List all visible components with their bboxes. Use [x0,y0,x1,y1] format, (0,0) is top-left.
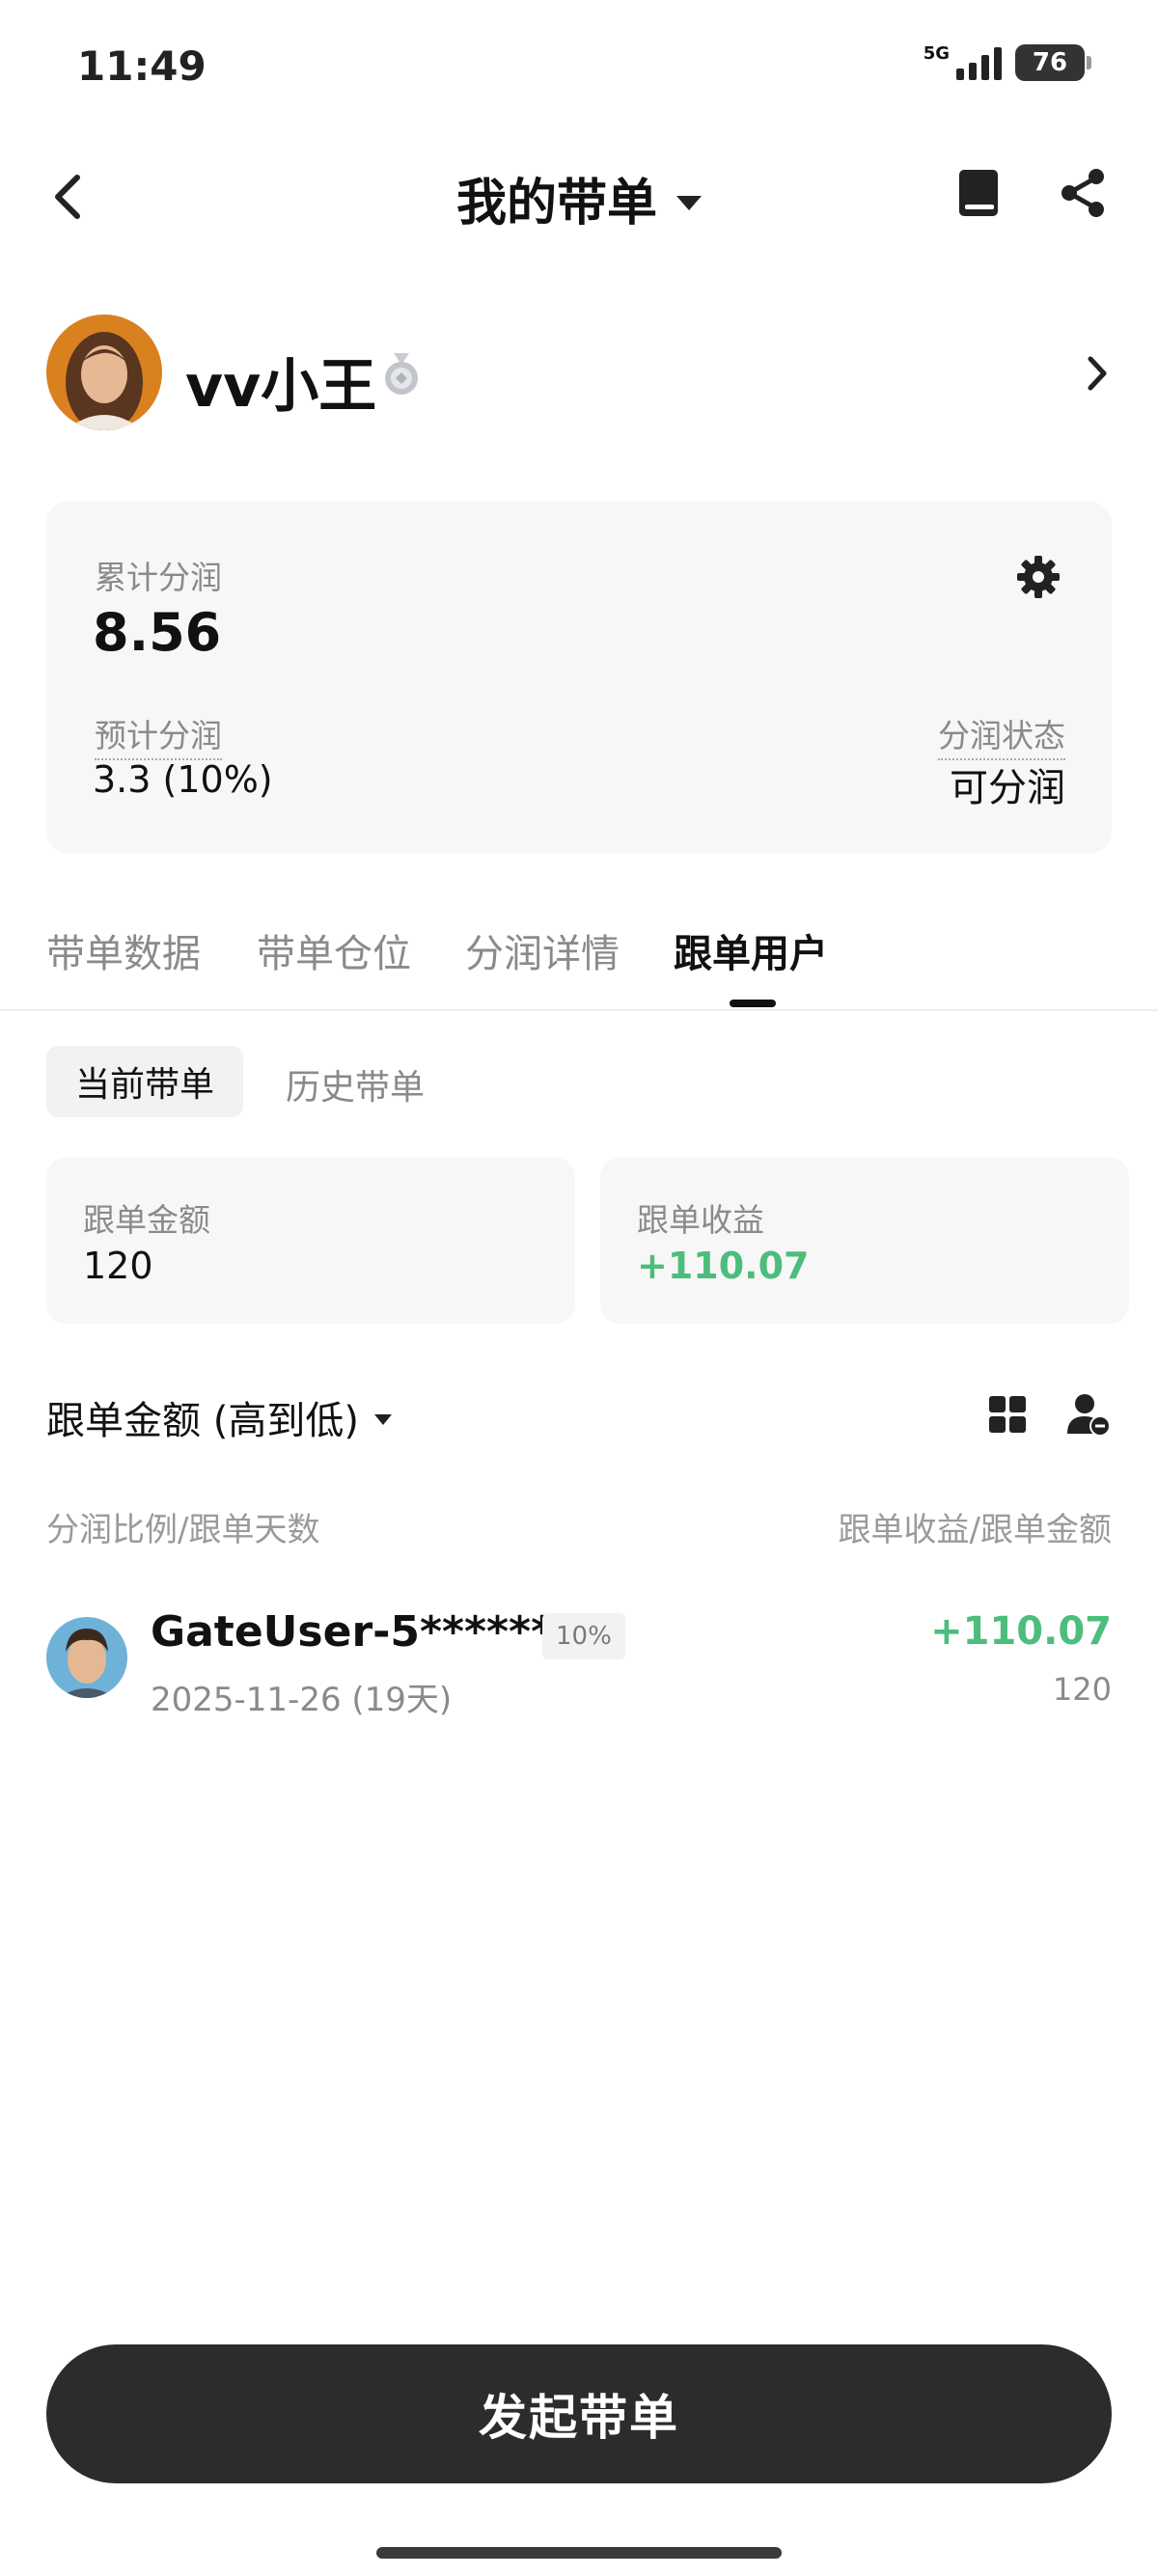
copy-amount-label: 跟单金额 [83,1201,210,1239]
cellular-signal-icon: 5G [924,45,1002,80]
copy-amount-card: 跟单金额 120 [46,1158,575,1324]
page-title-text: 我的带单 [455,175,657,233]
sort-dropdown[interactable]: 跟单金额 (高到低) [46,1389,392,1445]
tab-followers[interactable]: 跟单用户 [674,922,828,978]
profit-share-badge-text: 10% [556,1622,612,1651]
estimated-profit-label[interactable]: 预计分润 [95,710,222,760]
follower-name[interactable]: GateUser-5******0 [151,1607,583,1657]
user-remove-icon[interactable] [1065,1391,1112,1438]
follower-date: 2025-11-26 (19天) [151,1681,453,1719]
status-time: 11:49 [77,42,207,90]
active-tab-indicator [730,1000,776,1007]
medal-icon [385,353,418,395]
copy-amount-value: 120 [83,1245,153,1287]
column-header-left: 分润比例/跟单天数 [46,1511,320,1549]
profit-status-label[interactable]: 分润状态 [938,710,1065,760]
tab-copy-data[interactable]: 带单数据 [46,922,201,978]
column-header-right: 跟单收益/跟单金额 [838,1511,1112,1549]
start-copy-trading-button[interactable]: 发起带单 [46,2344,1112,2483]
profit-share-badge: 10% [542,1613,625,1659]
sort-label: 跟单金额 (高到低) [46,1399,359,1443]
chevron-right-icon[interactable] [1083,353,1112,394]
follower-profit: +110.07 [930,1609,1112,1654]
cumulative-profit-label: 累计分润 [95,559,222,596]
network-type: 5G [923,43,950,64]
home-indicator[interactable] [376,2547,782,2559]
battery-level: 76 [1032,48,1068,77]
profit-status-value: 可分润 [950,766,1065,810]
dropdown-caret-icon [373,1413,392,1425]
grid-view-icon[interactable] [988,1395,1027,1434]
follower-amount: 120 [1052,1671,1112,1708]
tab-profit-details[interactable]: 分润详情 [465,922,620,978]
dropdown-caret-icon [676,195,702,210]
profile-name[interactable]: vv小王 [185,340,376,424]
tab-divider [0,1009,1158,1011]
tab-copy-positions[interactable]: 带单仓位 [257,922,411,978]
status-indicators: 5G 76 [924,44,1091,81]
subtab-current[interactable]: 当前带单 [46,1046,243,1117]
gear-icon[interactable] [1015,554,1062,600]
cumulative-profit-value: 8.56 [93,602,222,663]
book-icon[interactable] [957,168,1000,218]
copy-profit-card: 跟单收益 +110.07 [600,1158,1129,1324]
copy-profit-value: +110.07 [637,1245,810,1287]
avatar[interactable] [46,315,162,430]
copy-profit-label: 跟单收益 [637,1201,764,1239]
subtab-history[interactable]: 历史带单 [286,1059,425,1110]
avatar[interactable] [46,1617,127,1698]
estimated-profit-value: 3.3 (10%) [93,758,273,801]
share-icon[interactable] [1058,166,1108,220]
battery-icon: 76 [1015,44,1091,81]
